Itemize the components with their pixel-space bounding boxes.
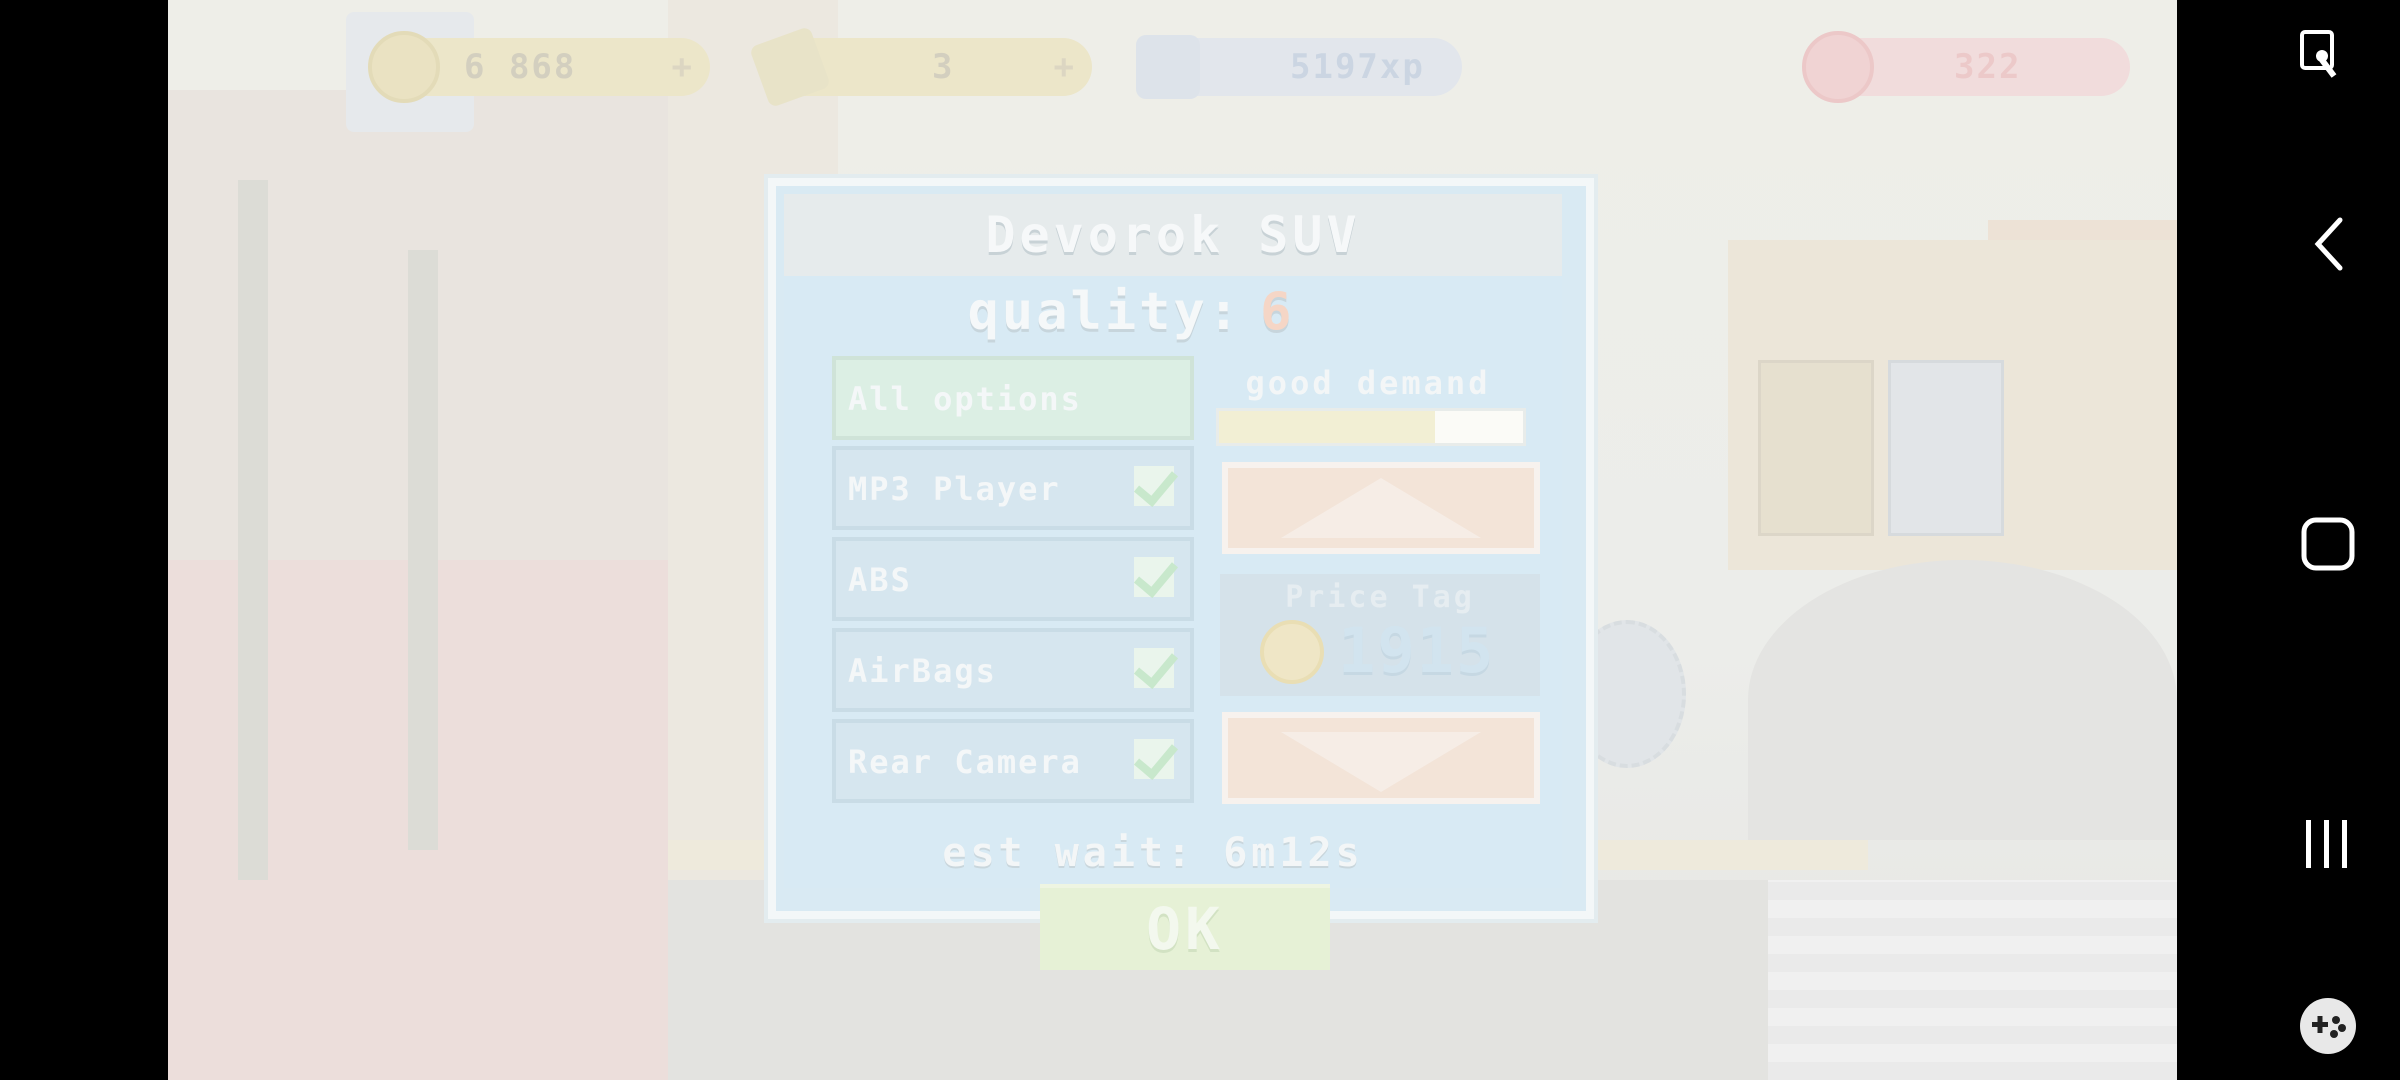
- coins-counter[interactable]: 6 868 +: [368, 31, 710, 103]
- touch-icon[interactable]: [2300, 30, 2340, 82]
- money-counter[interactable]: 322: [1802, 31, 2130, 103]
- money-value: 322: [1954, 47, 2022, 87]
- recent-apps-icon[interactable]: [2302, 816, 2352, 872]
- car-config-dialog: Devorok SUV quality: 6 All options MP3 Pl…: [768, 178, 1594, 919]
- coins-value: 6 868: [464, 47, 577, 87]
- estimated-wait: est wait: 6m12s: [942, 830, 1364, 876]
- cash-value: 3: [932, 47, 955, 87]
- coin-icon: [368, 31, 440, 103]
- vending-machine: [1758, 360, 1874, 536]
- vending-machine: [1888, 360, 2004, 536]
- price-down-button[interactable]: [1222, 712, 1540, 804]
- option-mp3-player[interactable]: MP3 Player: [832, 446, 1194, 530]
- option-airbags[interactable]: AirBags: [832, 628, 1194, 712]
- ok-button[interactable]: OK: [1040, 884, 1330, 970]
- xp-value: 5197xp: [1290, 47, 1425, 87]
- option-label: Rear Camera: [848, 743, 1082, 781]
- add-cash-button[interactable]: +: [1054, 47, 1074, 87]
- add-coins-button[interactable]: +: [672, 47, 692, 87]
- checkmark-icon[interactable]: [1134, 557, 1174, 597]
- checkmark-icon[interactable]: [1134, 466, 1174, 506]
- price-tag-label: Price Tag: [1285, 580, 1475, 615]
- coin-icon: [1260, 620, 1324, 684]
- level-icon: [1136, 35, 1200, 99]
- cash-counter[interactable]: 3 +: [748, 25, 1092, 109]
- arrow-up-icon: [1281, 478, 1481, 538]
- option-abs[interactable]: ABS: [832, 537, 1194, 621]
- building-pillar: [238, 180, 268, 880]
- option-label: All options: [848, 380, 1082, 418]
- money-icon: [1802, 31, 1874, 103]
- xp-counter: 5197xp: [1136, 35, 1462, 99]
- back-icon[interactable]: [2308, 214, 2356, 274]
- quality-value: 6: [1260, 282, 1295, 342]
- price-tag: Price Tag 1915: [1220, 574, 1540, 696]
- demand-bar-fill: [1219, 411, 1435, 443]
- arrow-down-icon: [1281, 732, 1481, 792]
- price-value: 1915: [1338, 614, 1496, 687]
- home-icon[interactable]: [2300, 516, 2356, 572]
- option-label: AirBags: [848, 652, 997, 690]
- letterbox-left: [0, 0, 168, 1080]
- awning: [1988, 220, 2177, 240]
- game-area: 6 868 + 3 + 5197xp 322 Devorok SUV quali…: [168, 0, 2177, 1080]
- building-pillar: [408, 250, 438, 850]
- plaza-shadow: [1748, 560, 2177, 840]
- option-all[interactable]: All options: [832, 356, 1194, 440]
- crosswalk: [1768, 880, 2177, 1080]
- checkmark-icon[interactable]: [1134, 648, 1174, 688]
- game-launcher-icon[interactable]: [2298, 996, 2358, 1056]
- option-label: MP3 Player: [848, 470, 1061, 508]
- dialog-title: Devorok SUV: [784, 194, 1562, 276]
- quality-row: quality: 6: [726, 282, 1536, 342]
- option-rear-camera[interactable]: Rear Camera: [832, 719, 1194, 803]
- quality-label: quality:: [967, 282, 1243, 342]
- option-label: ABS: [848, 561, 912, 599]
- price-up-button[interactable]: [1222, 462, 1540, 554]
- demand-bar: [1216, 408, 1526, 446]
- system-nav-bar: [2177, 0, 2400, 1080]
- demand-label: good demand: [1245, 364, 1491, 402]
- checkmark-icon[interactable]: [1134, 739, 1174, 779]
